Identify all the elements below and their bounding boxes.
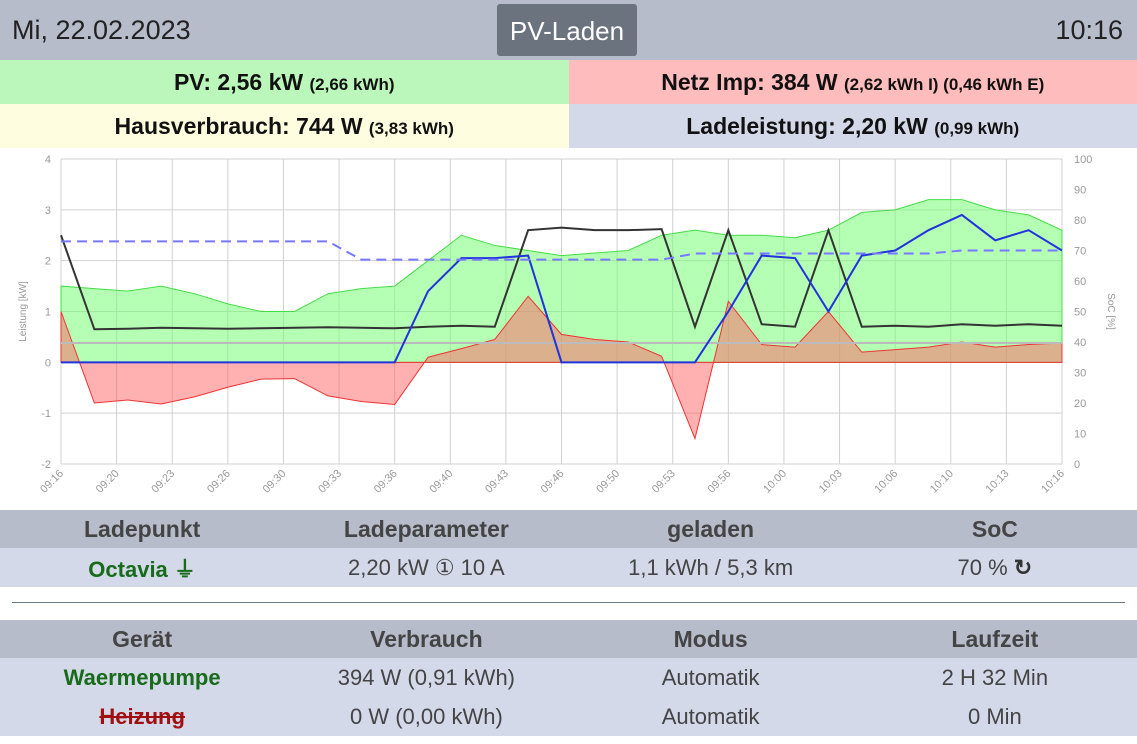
y-tick-label: -1 [41,408,51,420]
y2-tick-label: 90 [1074,185,1086,197]
x-tick-label: 09:23 [149,468,177,496]
device-name-text[interactable]: Waermepumpe [64,665,221,690]
y-tick-label: 1 [45,307,51,319]
summary-row-1: PV: 2,56 kW (2,66 kWh) Netz Imp: 384 W (… [0,60,1137,104]
x-tick-label: 09:33 [316,468,344,496]
house-value: Hausverbrauch: 744 W [114,113,363,139]
grid-summary: Netz Imp: 384 W (2,62 kWh I) (0,46 kWh E… [568,60,1137,104]
y2-tick-label: 20 [1074,398,1086,410]
x-tick-label: 09:53 [650,468,678,496]
x-tick-label: 09:40 [427,468,455,496]
x-tick-label: 10:06 [872,468,900,496]
col-soc: SoC [852,510,1137,548]
x-tick-label: 09:16 [38,468,66,496]
soc-value: 70 % [957,554,1008,580]
col-laufzeit: Laufzeit [852,620,1137,658]
device-name-text[interactable]: Heizung [99,704,185,729]
device-runtime: 2 H 32 Min [852,658,1137,697]
charged-amount: 1,1 kWh / 5,3 km [568,548,853,587]
charge-summary: Ladeleistung: 2,20 kW (0,99 kWh) [568,104,1137,148]
col-geraet: Gerät [0,620,285,658]
x-tick-label: 10:10 [928,468,956,496]
y-tick-label: 3 [45,205,51,217]
charge-params[interactable]: 2,20 kW ① 10 A [284,548,569,587]
refresh-icon[interactable]: ↻ [1014,555,1032,580]
pv-energy: (2,66 kWh) [309,75,395,94]
y2-tick-label: 10 [1074,429,1086,441]
device-usage: 394 W (0,91 kWh) [284,658,569,697]
y2-tick-label: 30 [1074,368,1086,380]
date: Mi, 22.02.2023 [12,15,191,45]
device-mode[interactable]: Automatik [568,658,853,697]
power-chart-svg: -2-101234010203040506070809010009:16 09:2… [18,154,1116,496]
header: Mi, 22.02.2023 PV-Laden 10:16 [0,0,1137,60]
summary-row-2: Hausverbrauch: 744 W (3,83 kWh) Ladeleis… [0,104,1137,148]
x-tick-label: 10:13 [984,468,1012,496]
table-row: Waermepumpe 394 W (0,91 kWh) Automatik 2… [0,658,1137,697]
house-summary: Hausverbrauch: 744 W (3,83 kWh) [0,104,569,148]
charge-value: Ladeleistung: 2,20 kW [686,113,928,139]
x-tick-label: 09:20 [94,468,122,496]
y2-tick-label: 80 [1074,215,1086,227]
devices-table: Gerät Verbrauch Modus Laufzeit Waermepumpe … [0,620,1137,736]
y-tick-label: 4 [45,154,51,166]
y2-tick-label: 60 [1074,276,1086,288]
y2-tick-label: 100 [1074,154,1092,166]
x-tick-label: 09:46 [539,468,567,496]
device-mode[interactable]: Automatik [568,697,853,736]
y2-tick-label: 0 [1074,459,1080,471]
x-tick-label: 09:36 [372,468,400,496]
x-tick-label: 09:43 [483,468,511,496]
col-geladen: geladen [568,510,853,548]
divider [12,602,1125,603]
y-tick-label: 2 [45,256,51,268]
device-name[interactable]: Waermepumpe [0,658,285,697]
col-ladepunkt: Ladepunkt [0,510,285,548]
pv-value: PV: 2,56 kW [173,69,304,95]
col-ladeparameter: Ladeparameter [284,510,569,548]
charging-table: Ladepunkt Ladeparameter geladen SoC Octavia… [0,510,1137,587]
power-chart: -2 -1 0 1 2 3 4 0 10 20 30 40 50 60 70 80 90 100 09:16 09:2… [0,148,1137,510]
device-name[interactable]: Heizung [0,697,285,736]
soc-cell: 70 % ↻ [852,548,1137,587]
col-modus: Modus [568,620,853,658]
x-tick-label: 10:03 [817,468,845,496]
x-tick-label: 09:56 [706,468,734,496]
plug-icon: ⏚ [173,556,196,582]
x-tick-label: 09:26 [205,468,233,496]
house-energy: (3,83 kWh) [368,119,454,138]
device-runtime: 0 Min [852,697,1137,736]
pv-summary: PV: 2,56 kW (2,66 kWh) [0,60,569,104]
chargepoint-cell[interactable]: Octavia ⏚ [0,548,285,587]
x-tick-label: 09:30 [261,468,289,496]
vehicle-name[interactable]: Octavia [88,557,168,582]
clock: 10:16 [1055,15,1123,45]
page-title-button[interactable]: PV-Laden [497,4,637,56]
y-axis-label: Leistung [kW] [18,281,29,342]
x-tick-label: 09:50 [594,468,622,496]
table-row: Heizung 0 W (0,00 kWh) Automatik 0 Min [0,697,1137,736]
y2-axis-label: SoC [%] [1105,293,1116,330]
charge-energy: (0,99 kWh) [934,119,1020,138]
y-tick-label: -2 [41,459,51,471]
device-usage: 0 W (0,00 kWh) [284,697,569,736]
col-verbrauch: Verbrauch [284,620,569,658]
y2-tick-label: 50 [1074,307,1086,319]
y2-tick-label: 40 [1074,337,1086,349]
x-tick-label: 10:16 [1039,468,1067,496]
grid-value: Netz Imp: 384 W [661,69,838,95]
y2-tick-label: 70 [1074,246,1086,258]
grid-energy: (2,62 kWh I) (0,46 kWh E) [844,75,1045,94]
table-row: Octavia ⏚ 2,20 kW ① 10 A 1,1 kWh / 5,3 k… [0,548,1137,587]
x-tick-label: 10:00 [761,468,789,496]
y-tick-label: 0 [45,357,51,369]
